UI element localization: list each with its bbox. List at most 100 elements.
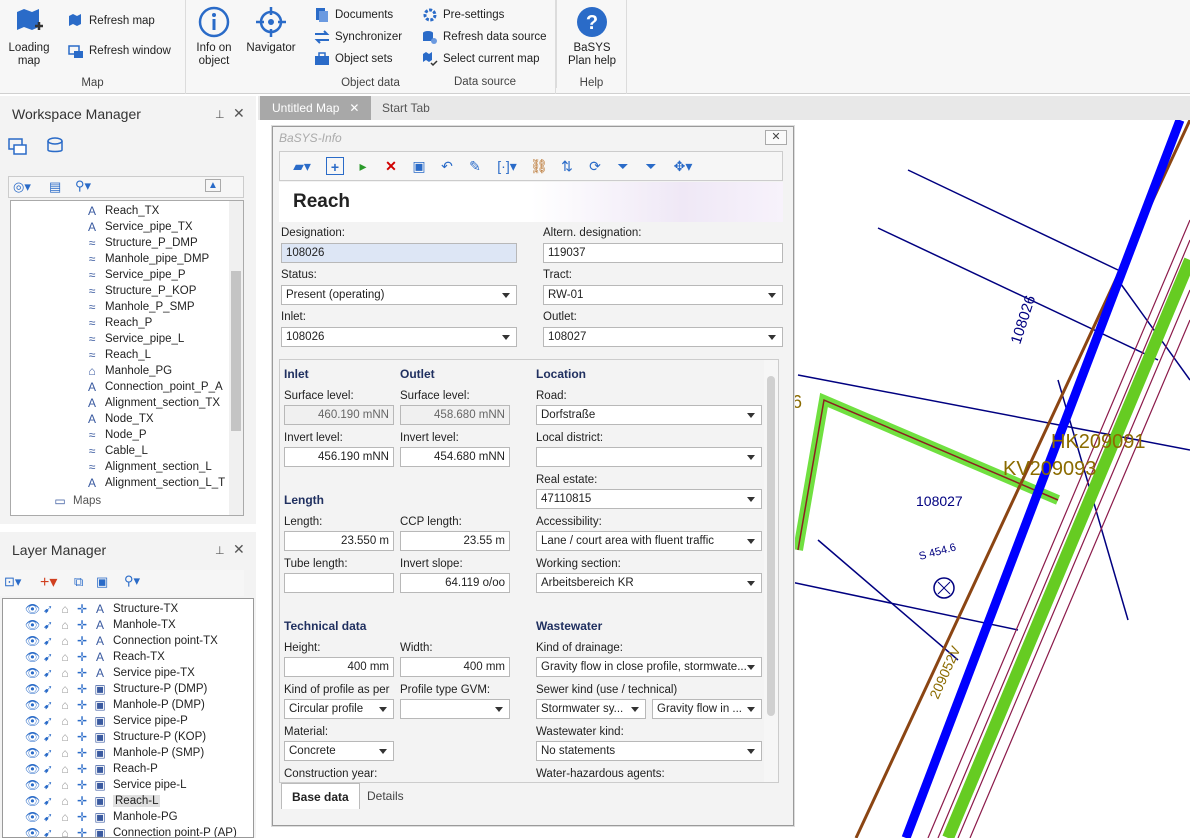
snap-icon[interactable]: ✛ — [76, 634, 88, 648]
select-arrow-icon[interactable]: ➹ — [42, 602, 54, 616]
accessibility-select[interactable]: Lane / court area with fluent traffic — [536, 531, 762, 551]
layer-item[interactable]: 👁 ➹ ⌂ ✛ ▣ Structure-P (KOP) — [25, 729, 206, 745]
width-field[interactable]: 400 mm — [400, 657, 510, 677]
sewer-use-select[interactable]: Stormwater sy... — [536, 699, 646, 719]
layer-item[interactable]: 👁 ➹ ⌂ ✛ A Reach-TX — [25, 649, 165, 665]
range-icon[interactable]: [·]▾ — [494, 157, 520, 175]
working-section-select[interactable]: Arbeitsbereich KR — [536, 573, 762, 593]
tab-start[interactable]: Start Tab — [370, 96, 442, 120]
eye-icon[interactable]: 👁 — [25, 810, 40, 824]
workspace-tree-item[interactable]: ≈ Structure_P_DMP — [85, 235, 198, 251]
gvm-select[interactable] — [400, 699, 510, 719]
lock-icon[interactable]: ⌂ — [59, 602, 71, 616]
snap-icon[interactable]: ✛ — [76, 762, 88, 776]
snap-icon[interactable]: ✛ — [76, 602, 88, 616]
view-icon[interactable]: ◎▾ — [13, 179, 31, 195]
snap-icon[interactable]: ✛ — [76, 826, 88, 837]
snap-icon[interactable]: ✛ — [76, 794, 88, 808]
layer-pin-icon[interactable]: ⊥ — [215, 544, 225, 557]
workspace-tree-item[interactable]: ≈ Node_P — [85, 427, 147, 443]
select-arrow-icon[interactable]: ➹ — [42, 826, 54, 837]
lock-icon[interactable]: ⌂ — [59, 762, 71, 776]
eye-icon[interactable]: 👁 — [25, 762, 40, 776]
layer-item[interactable]: 👁 ➹ ⌂ ✛ A Service pipe-TX — [25, 665, 195, 681]
refresh-map-button[interactable]: Refresh map — [68, 13, 155, 29]
lock-icon[interactable]: ⌂ — [59, 714, 71, 728]
lock-icon[interactable]: ⌂ — [59, 794, 71, 808]
edit-icon[interactable]: ✎ — [466, 157, 484, 175]
wastewater-kind-select[interactable]: No statements — [536, 741, 762, 761]
eye-icon[interactable]: 👁 — [25, 826, 40, 837]
workspace-tree-item[interactable]: A Alignment_section_TX — [85, 395, 220, 411]
estate-select[interactable]: 47110815 — [536, 489, 762, 509]
workspace-tree-item[interactable]: ≈ Manhole_pipe_DMP — [85, 251, 210, 267]
layer-item[interactable]: 👁 ➹ ⌂ ✛ ▣ Reach-P — [25, 761, 158, 777]
workspace-tree-item[interactable]: ≈ Reach_L — [85, 347, 151, 363]
info-on-object-button[interactable]: Info on object — [192, 6, 236, 68]
select-arrow-icon[interactable]: ➹ — [42, 762, 54, 776]
sewer-technical-select[interactable]: Gravity flow in ... — [652, 699, 762, 719]
inlet-invert-field[interactable]: 456.190 mNN — [284, 447, 394, 467]
workspace-tree-item[interactable]: A Node_TX — [85, 411, 154, 427]
synchronizer-button[interactable]: Synchronizer — [314, 29, 402, 45]
workspace-tree-item[interactable]: ≈ Manhole_P_SMP — [85, 299, 195, 315]
workspace-tree-item[interactable]: ≈ Service_pipe_L — [85, 331, 185, 347]
material-select[interactable]: Concrete — [284, 741, 394, 761]
eye-icon[interactable]: 👁 — [25, 746, 40, 760]
workspace-tree-item[interactable]: ≈ Service_pipe_P — [85, 267, 186, 283]
workspace-scroll-thumb[interactable] — [231, 271, 241, 431]
link-icon[interactable]: ⛓ — [530, 157, 548, 175]
workspace-tree-item[interactable]: A Reach_TX — [85, 203, 159, 219]
layer-item[interactable]: 👁 ➹ ⌂ ✛ ▣ Reach-L — [25, 793, 161, 809]
object-sets-button[interactable]: Object sets — [314, 51, 393, 67]
select-arrow-icon[interactable]: ➹ — [42, 698, 54, 712]
district-select[interactable] — [536, 447, 762, 467]
sort-icon[interactable]: ⇅ — [558, 157, 576, 175]
layer-image-icon[interactable]: ▣ — [96, 574, 108, 590]
layer-item[interactable]: 👁 ➹ ⌂ ✛ ▣ Manhole-P (SMP) — [25, 745, 204, 761]
collapse-icon[interactable]: ▲ — [205, 179, 221, 192]
plugin-icon[interactable]: ✥▾ — [670, 157, 696, 175]
refresh-icon[interactable]: ⟳ — [586, 157, 604, 175]
altern-designation-field[interactable]: 119037 — [543, 243, 783, 263]
pin-icon[interactable]: ⊥ — [215, 108, 225, 121]
select-arrow-icon[interactable]: ➹ — [42, 618, 54, 632]
workspace-tree-item[interactable]: ≈ Alignment_section_L — [85, 459, 212, 475]
details-scrollbar[interactable] — [764, 360, 778, 782]
lock-icon[interactable]: ⌂ — [59, 698, 71, 712]
profile-select[interactable]: Circular profile — [284, 699, 394, 719]
lock-icon[interactable]: ⌂ — [59, 650, 71, 664]
open-folder-icon[interactable]: ▰▾ — [288, 157, 316, 175]
inlet-select[interactable]: 108026 — [281, 327, 517, 347]
delete-icon[interactable]: ✕ — [382, 157, 400, 175]
layer-add-group-icon[interactable]: ⊡▾ — [4, 574, 21, 590]
snap-icon[interactable]: ✛ — [76, 650, 88, 664]
refresh-window-button[interactable]: Refresh window — [68, 43, 171, 59]
close-icon[interactable]: ✕ — [233, 105, 245, 122]
add-icon[interactable]: + — [326, 157, 344, 175]
layer-item[interactable]: 👁 ➹ ⌂ ✛ ▣ Manhole-P (DMP) — [25, 697, 205, 713]
workspace-tree-item[interactable]: A Alignment_section_L_T — [85, 475, 225, 491]
snap-icon[interactable]: ✛ — [76, 730, 88, 744]
workspace-tree-item[interactable]: ⌂ Manhole_PG — [85, 363, 172, 379]
snap-icon[interactable]: ✛ — [76, 618, 88, 632]
tab-close-icon[interactable]: ✕ — [349, 101, 359, 115]
select-arrow-icon[interactable]: ➹ — [42, 634, 54, 648]
designation-field[interactable]: 108026 — [281, 243, 517, 263]
drainage-select[interactable]: Gravity flow in close profile, stormwate… — [536, 657, 762, 677]
documents-button[interactable]: Documents — [314, 7, 393, 23]
workspace-tree-item[interactable]: ≈ Structure_P_KOP — [85, 283, 197, 299]
invert-slope-field[interactable]: 64.119 o/oo — [400, 573, 510, 593]
lock-icon[interactable]: ⌂ — [59, 682, 71, 696]
select-arrow-icon[interactable]: ➹ — [42, 730, 54, 744]
workspace-tree-item[interactable]: ≈ Cable_L — [85, 443, 148, 459]
status-select[interactable]: Present (operating) — [281, 285, 517, 305]
height-field[interactable]: 400 mm — [284, 657, 394, 677]
outlet-select[interactable]: 108027 — [543, 327, 783, 347]
layer-item[interactable]: 👁 ➹ ⌂ ✛ ▣ Structure-P (DMP) — [25, 681, 207, 697]
layer-copy-icon[interactable]: ⧉ — [74, 574, 83, 590]
tab-details[interactable]: Details — [357, 783, 414, 809]
snap-icon[interactable]: ✛ — [76, 810, 88, 824]
workspace-tree-item[interactable]: A Service_pipe_TX — [85, 219, 193, 235]
length-field[interactable]: 23.550 m — [284, 531, 394, 551]
